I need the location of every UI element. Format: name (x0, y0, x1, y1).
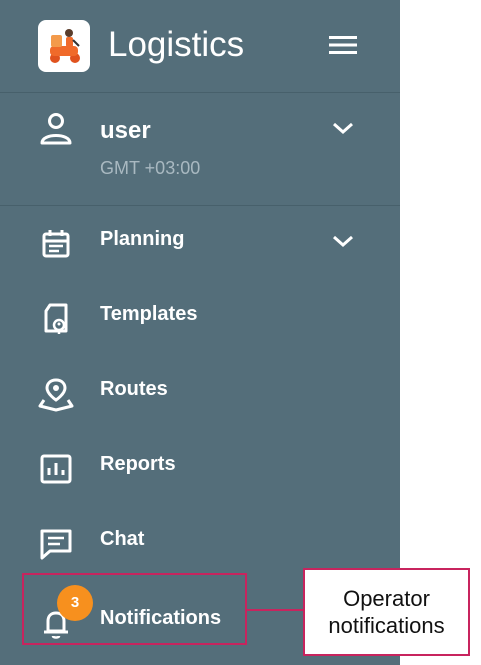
chart-icon (38, 451, 74, 487)
template-icon (38, 301, 74, 337)
chevron-down-icon[interactable] (330, 232, 356, 255)
route-icon (38, 376, 74, 412)
user-section[interactable]: user GMT +03:00 (0, 93, 400, 206)
callout-connector (247, 609, 303, 611)
sidebar: Logistics user GMT +03:00 Planning Templ… (0, 0, 400, 665)
calendar-icon (38, 226, 74, 262)
sidebar-header: Logistics (0, 0, 400, 93)
nav-label-templates: Templates (100, 303, 198, 325)
nav-item-routes[interactable]: Routes (0, 362, 400, 422)
highlight-box (22, 573, 247, 645)
nav-item-templates[interactable]: Templates (0, 287, 400, 347)
chevron-down-icon[interactable] (330, 119, 356, 142)
app-title: Logistics (108, 25, 245, 64)
nav-label-reports: Reports (100, 453, 176, 475)
callout-box: Operator notifications (303, 568, 470, 656)
user-timezone: GMT +03:00 (100, 158, 201, 178)
user-name: user (100, 117, 151, 144)
nav-item-reports[interactable]: Reports (0, 437, 400, 497)
menu-icon[interactable] (326, 30, 360, 60)
nav-label-chat: Chat (100, 528, 145, 550)
nav-label-planning: Planning (100, 228, 185, 250)
nav-item-chat[interactable]: Chat (0, 512, 400, 572)
chat-icon (38, 526, 74, 562)
logo-icon[interactable] (38, 20, 90, 72)
nav-item-planning[interactable]: Planning (0, 212, 400, 272)
nav-label-routes: Routes (100, 378, 168, 400)
callout-text: Operator notifications (328, 586, 445, 638)
user-icon (38, 111, 74, 152)
